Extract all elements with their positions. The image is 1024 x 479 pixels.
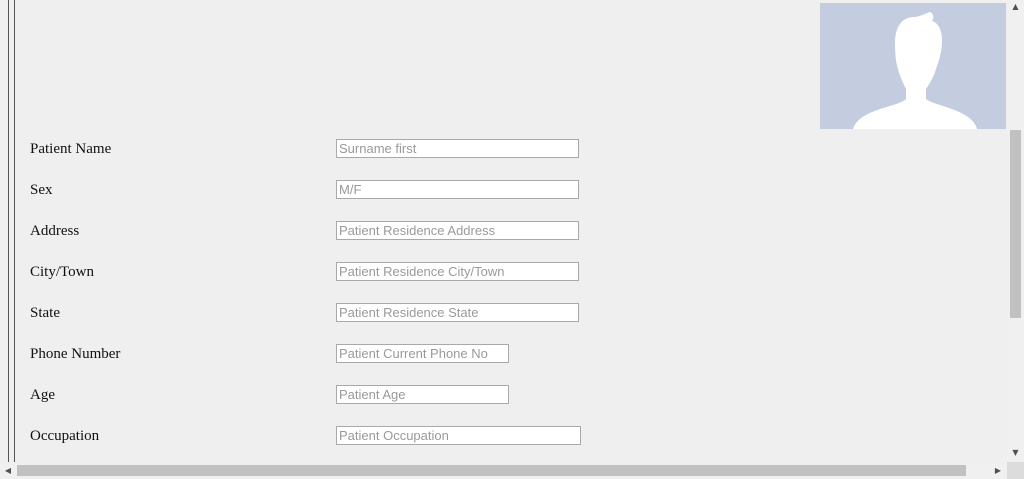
form-row-address: Address [30,221,590,243]
form-row-age: Age [30,385,590,407]
arrow-left-icon[interactable]: ◀ [1,462,15,479]
left-border-line [8,0,9,462]
city-town-input[interactable] [336,262,579,281]
city-town-label: City/Town [30,262,94,282]
vertical-scrollbar-thumb[interactable] [1010,130,1021,318]
form-row-patient-name: Patient Name [30,139,590,161]
occupation-input[interactable] [336,426,581,445]
state-input[interactable] [336,303,579,322]
form-row-state: State [30,303,590,325]
left-border-line-inner [14,0,15,462]
sex-input[interactable] [336,180,579,199]
patient-name-input[interactable] [336,139,579,158]
scrollbar-corner [1007,462,1024,479]
arrow-right-icon[interactable]: ▶ [991,462,1005,479]
page-viewport: Patient Name Sex Address City/Town State… [0,0,1024,479]
form-row-city-town: City/Town [30,262,590,284]
form-row-occupation: Occupation [30,426,590,448]
form-row-sex: Sex [30,180,590,202]
horizontal-scrollbar-thumb[interactable] [17,465,966,476]
phone-number-label: Phone Number [30,344,120,364]
age-label: Age [30,385,55,405]
address-label: Address [30,221,79,241]
patient-name-label: Patient Name [30,139,111,159]
arrow-up-icon[interactable]: ▲ [1007,0,1024,14]
state-label: State [30,303,60,323]
age-input[interactable] [336,385,509,404]
phone-number-input[interactable] [336,344,509,363]
sex-label: Sex [30,180,53,200]
vertical-scrollbar[interactable]: ▲ ▼ [1007,0,1024,462]
horizontal-scrollbar[interactable]: ◀ ▶ [0,462,1007,479]
address-input[interactable] [336,221,579,240]
arrow-down-icon[interactable]: ▼ [1007,446,1024,460]
patient-photo[interactable] [820,3,1006,129]
occupation-label: Occupation [30,426,99,446]
person-silhouette-icon [820,3,1006,129]
form-row-phone-number: Phone Number [30,344,590,366]
